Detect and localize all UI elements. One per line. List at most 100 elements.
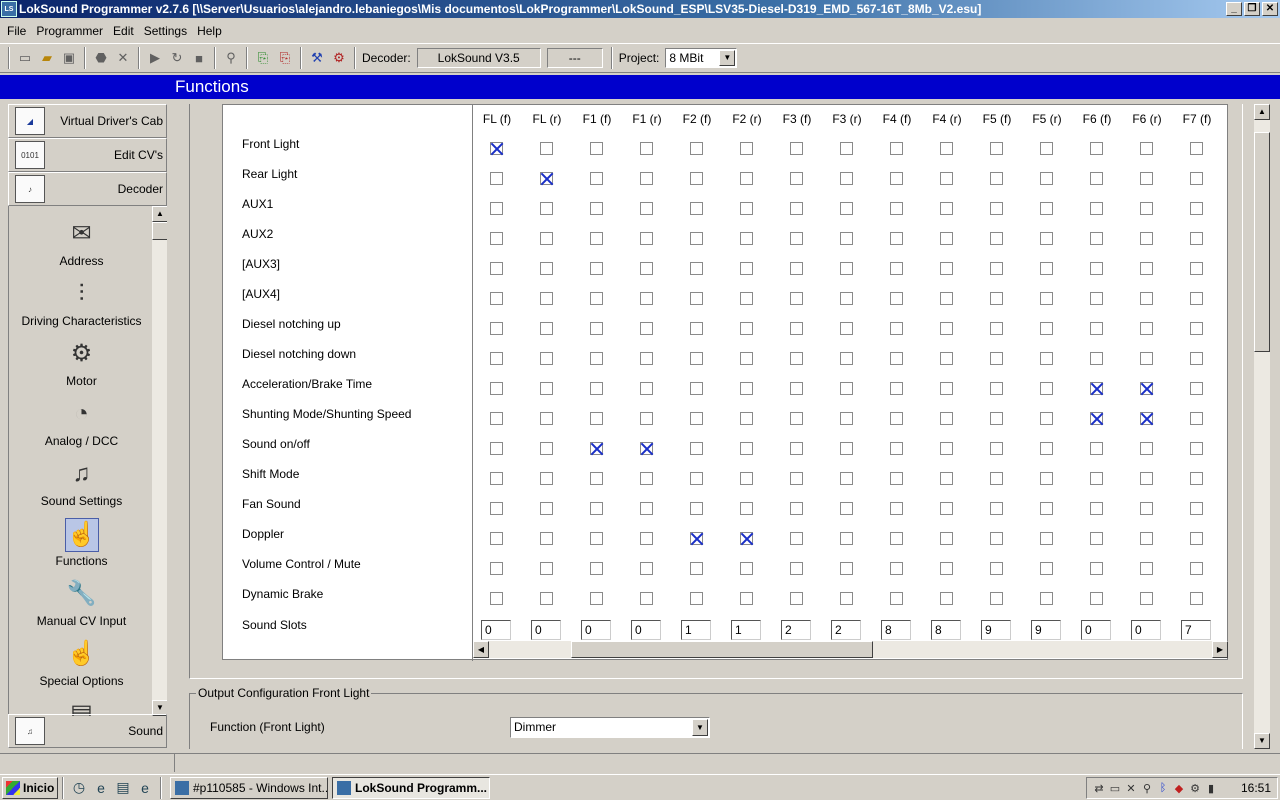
- function-mapping-checkbox[interactable]: [990, 442, 1003, 455]
- function-mapping-checkbox[interactable]: [1190, 532, 1203, 545]
- function-mapping-checkbox[interactable]: [890, 322, 903, 335]
- function-mapping-checkbox[interactable]: [840, 532, 853, 545]
- function-mapping-checkbox[interactable]: [990, 382, 1003, 395]
- function-mapping-checkbox[interactable]: [1090, 532, 1103, 545]
- function-mapping-checkbox[interactable]: [1090, 292, 1103, 305]
- scroll-left-icon[interactable]: ◀: [473, 641, 489, 658]
- menu-settings[interactable]: Settings: [139, 24, 192, 38]
- function-mapping-checkbox[interactable]: [740, 322, 753, 335]
- function-mapping-checkbox[interactable]: [490, 142, 503, 155]
- function-mapping-checkbox[interactable]: [940, 532, 953, 545]
- sound-slot-input[interactable]: 8: [881, 620, 911, 640]
- menu-file[interactable]: File: [2, 24, 31, 38]
- function-mapping-checkbox[interactable]: [740, 442, 753, 455]
- function-mapping-checkbox[interactable]: [1090, 352, 1103, 365]
- menu-programmer[interactable]: Programmer: [31, 24, 108, 38]
- function-mapping-checkbox[interactable]: [890, 352, 903, 365]
- function-mapping-checkbox[interactable]: [940, 172, 953, 185]
- function-mapping-checkbox[interactable]: [540, 412, 553, 425]
- function-mapping-checkbox[interactable]: [990, 412, 1003, 425]
- function-mapping-checkbox[interactable]: [890, 472, 903, 485]
- document-icon[interactable]: ▤: [113, 778, 133, 798]
- function-mapping-checkbox[interactable]: [890, 262, 903, 275]
- sound-slot-input[interactable]: 7: [1181, 620, 1211, 640]
- function-mapping-checkbox[interactable]: [690, 352, 703, 365]
- nav-functions[interactable]: ☝ Functions: [9, 512, 154, 572]
- function-mapping-checkbox[interactable]: [740, 292, 753, 305]
- sound-slot-input[interactable]: 0: [581, 620, 611, 640]
- sound-slot-input[interactable]: 0: [1131, 620, 1161, 640]
- function-mapping-checkbox[interactable]: [540, 232, 553, 245]
- function-mapping-checkbox[interactable]: [540, 562, 553, 575]
- function-mapping-checkbox[interactable]: [790, 382, 803, 395]
- function-mapping-checkbox[interactable]: [1090, 322, 1103, 335]
- function-mapping-checkbox[interactable]: [840, 202, 853, 215]
- function-mapping-checkbox[interactable]: [940, 142, 953, 155]
- function-mapping-checkbox[interactable]: [690, 172, 703, 185]
- function-mapping-checkbox[interactable]: [590, 172, 603, 185]
- restore-button[interactable]: ❐: [1244, 2, 1260, 16]
- function-mapping-checkbox[interactable]: [640, 202, 653, 215]
- function-mapping-checkbox[interactable]: [590, 442, 603, 455]
- function-mapping-checkbox[interactable]: [490, 442, 503, 455]
- nav-address[interactable]: ✉ Address: [9, 212, 154, 272]
- function-mapping-checkbox[interactable]: [1040, 382, 1053, 395]
- function-mapping-checkbox[interactable]: [1090, 592, 1103, 605]
- function-mapping-checkbox[interactable]: [1190, 562, 1203, 575]
- pin-icon[interactable]: ⚲: [220, 47, 242, 69]
- function-mapping-checkbox[interactable]: [840, 412, 853, 425]
- function-mapping-checkbox[interactable]: [1140, 502, 1153, 515]
- function-mapping-checkbox[interactable]: [990, 232, 1003, 245]
- chevron-down-icon[interactable]: ▼: [692, 719, 708, 736]
- function-mapping-checkbox[interactable]: [740, 412, 753, 425]
- function-mapping-checkbox[interactable]: [540, 172, 553, 185]
- function-mapping-checkbox[interactable]: [940, 382, 953, 395]
- function-mapping-checkbox[interactable]: [1140, 442, 1153, 455]
- function-mapping-checkbox[interactable]: [990, 202, 1003, 215]
- nav-special-options[interactable]: ☝ Special Options: [9, 632, 154, 692]
- function-mapping-checkbox[interactable]: [1090, 502, 1103, 515]
- function-mapping-checkbox[interactable]: [990, 592, 1003, 605]
- network-icon[interactable]: ⇄: [1091, 782, 1107, 795]
- new-icon[interactable]: ▭: [14, 47, 36, 69]
- settings-icon[interactable]: ⚙: [1187, 782, 1203, 795]
- sound-slot-input[interactable]: 2: [781, 620, 811, 640]
- function-mapping-checkbox[interactable]: [840, 502, 853, 515]
- function-mapping-checkbox[interactable]: [1190, 472, 1203, 485]
- function-mapping-checkbox[interactable]: [990, 532, 1003, 545]
- sound-slot-input[interactable]: 2: [831, 620, 861, 640]
- function-mapping-checkbox[interactable]: [1140, 472, 1153, 485]
- function-mapping-checkbox[interactable]: [740, 202, 753, 215]
- function-mapping-checkbox[interactable]: [790, 142, 803, 155]
- ie-icon[interactable]: e: [91, 778, 111, 798]
- function-mapping-checkbox[interactable]: [590, 412, 603, 425]
- function-mapping-checkbox[interactable]: [1040, 562, 1053, 575]
- function-mapping-checkbox[interactable]: [1140, 322, 1153, 335]
- function-mapping-checkbox[interactable]: [640, 502, 653, 515]
- function-mapping-checkbox[interactable]: [890, 592, 903, 605]
- function-mapping-checkbox[interactable]: [790, 202, 803, 215]
- function-mapping-checkbox[interactable]: [990, 322, 1003, 335]
- function-mapping-checkbox[interactable]: [540, 202, 553, 215]
- function-mapping-checkbox[interactable]: [990, 292, 1003, 305]
- function-mapping-checkbox[interactable]: [690, 382, 703, 395]
- start-button[interactable]: Inicio: [2, 776, 58, 799]
- function-mapping-checkbox[interactable]: [590, 532, 603, 545]
- function-mapping-checkbox[interactable]: [740, 262, 753, 275]
- function-mapping-checkbox[interactable]: [490, 322, 503, 335]
- function-mapping-checkbox[interactable]: [740, 532, 753, 545]
- sound-slot-input[interactable]: 0: [631, 620, 661, 640]
- sound-slot-input[interactable]: 8: [931, 620, 961, 640]
- function-mapping-checkbox[interactable]: [840, 262, 853, 275]
- main-scrollbar[interactable]: ▲ ▼: [1254, 104, 1270, 749]
- function-mapping-checkbox[interactable]: [1190, 232, 1203, 245]
- function-mapping-checkbox[interactable]: [640, 292, 653, 305]
- function-mapping-checkbox[interactable]: [690, 532, 703, 545]
- function-mapping-checkbox[interactable]: [690, 232, 703, 245]
- function-mapping-checkbox[interactable]: [540, 142, 553, 155]
- function-mapping-checkbox[interactable]: [1090, 142, 1103, 155]
- sidebar-scrollbar[interactable]: ▲ ▼: [152, 206, 167, 716]
- sound-slot-input[interactable]: 1: [731, 620, 761, 640]
- function-mapping-checkbox[interactable]: [690, 592, 703, 605]
- function-mapping-checkbox[interactable]: [590, 322, 603, 335]
